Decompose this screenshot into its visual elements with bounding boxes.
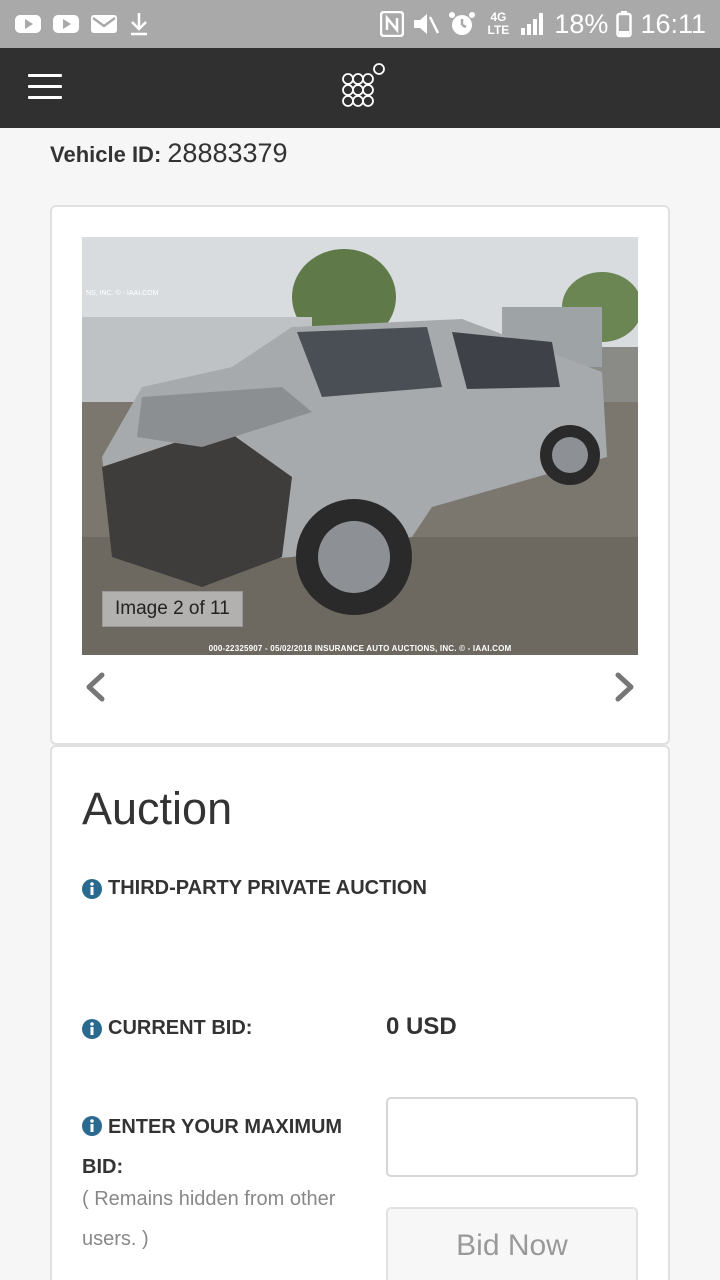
- image-gallery-card: NS, INC. © - IAAI.COM Image 2 of 11 000-…: [50, 205, 670, 745]
- status-bar: 4G LTE 18% 16:11: [0, 0, 720, 48]
- battery-percent: 18%: [554, 8, 609, 39]
- current-bid-value: 0 USD: [386, 1013, 457, 1040]
- current-bid: CURRENT BID:: [82, 1017, 252, 1040]
- mail-icon: [90, 13, 118, 35]
- battery-icon: [616, 10, 633, 38]
- svg-text:NS, INC. © - IAAI.COM: NS, INC. © - IAAI.COM: [86, 289, 159, 297]
- nfc-icon: [380, 11, 405, 37]
- info-icon[interactable]: [82, 1110, 102, 1136]
- youtube-icon: [14, 13, 42, 35]
- max-bid-label: ENTER YOUR MAXIMUM BID:: [82, 1116, 343, 1178]
- youtube-icon: [52, 13, 80, 35]
- image-counter: Image 2 of 11: [102, 591, 243, 627]
- auction-type: THIRD-PARTY PRIVATE AUCTION: [82, 877, 427, 900]
- clock: 16:11: [640, 8, 706, 39]
- vehicle-id-label: Vehicle ID:: [50, 142, 162, 167]
- bid-now-button[interactable]: Bid Now: [386, 1207, 638, 1280]
- vehicle-id: Vehicle ID: 28883379: [50, 138, 288, 169]
- vehicle-id-value: 28883379: [167, 138, 288, 168]
- mute-icon: [412, 11, 440, 37]
- auction-type-label: THIRD-PARTY PRIVATE AUCTION: [108, 877, 427, 899]
- alarm-icon: [448, 10, 476, 38]
- max-bid-label-block: ENTER YOUR MAXIMUM BID:: [82, 1107, 372, 1187]
- lte-icon: 4G LTE: [487, 10, 510, 37]
- download-icon: [128, 11, 150, 37]
- info-icon[interactable]: [82, 878, 102, 899]
- info-icon[interactable]: [82, 1018, 102, 1039]
- app-bar: [0, 48, 720, 128]
- chevron-right-icon[interactable]: [604, 667, 644, 707]
- max-bid-hint: ( Remains hidden from other users. ): [82, 1188, 336, 1250]
- logo-dots-icon[interactable]: [340, 62, 390, 112]
- hamburger-icon[interactable]: [28, 74, 62, 102]
- signal-icon: [520, 12, 546, 36]
- photo-watermark: 000-22325907 - 05/02/2018 INSURANCE AUTO…: [208, 644, 512, 653]
- auction-card: Auction THIRD-PARTY PRIVATE AUCTION CURR…: [50, 745, 670, 1280]
- max-bid-input[interactable]: [386, 1097, 638, 1177]
- chevron-left-icon[interactable]: [76, 667, 116, 707]
- current-bid-label: CURRENT BID:: [108, 1017, 253, 1039]
- vehicle-photo[interactable]: NS, INC. © - IAAI.COM Image 2 of 11 000-…: [82, 237, 638, 655]
- auction-heading: Auction: [82, 783, 233, 834]
